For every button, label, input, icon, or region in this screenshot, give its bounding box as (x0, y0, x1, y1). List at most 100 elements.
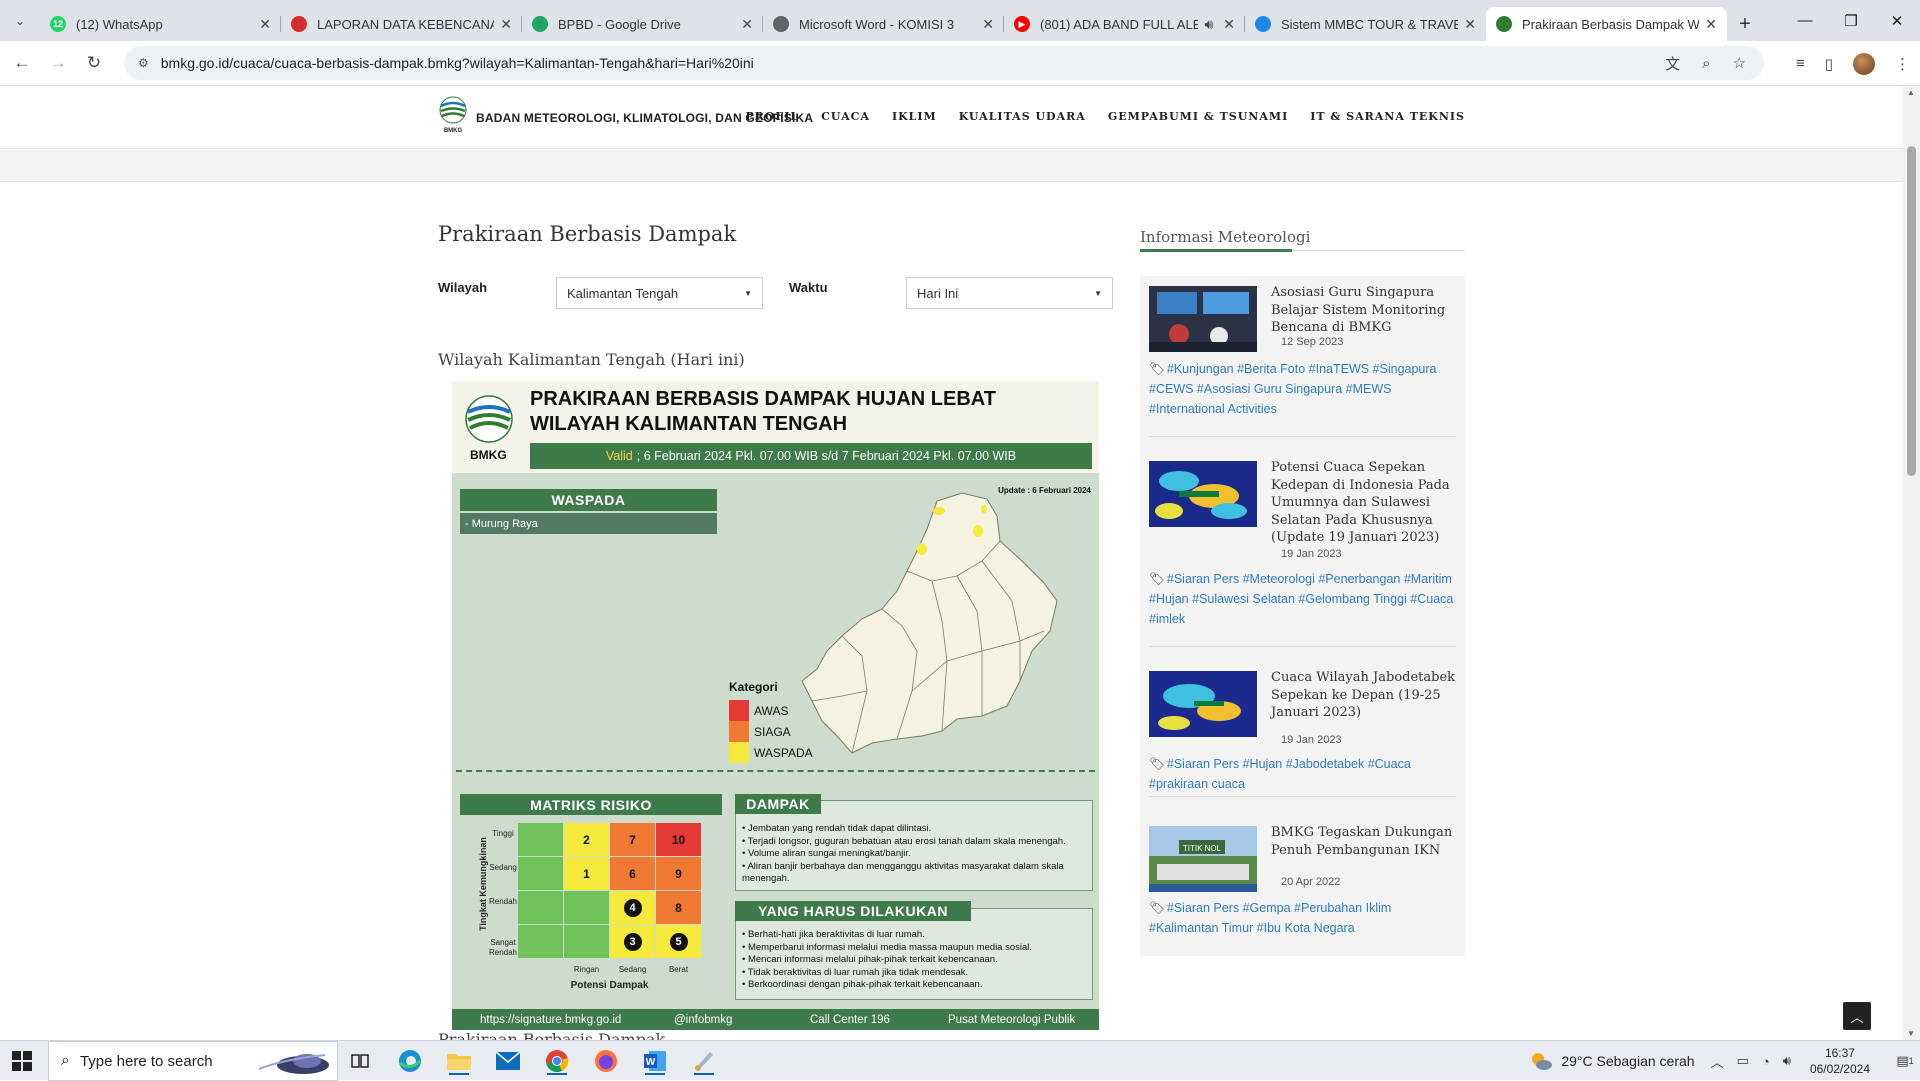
matrix-cell-value: 7 (629, 832, 636, 847)
bookmark-star-icon[interactable]: ☆ (1733, 54, 1746, 72)
new-tab-button[interactable]: + (1727, 7, 1763, 41)
scroll-to-top-button[interactable]: ︿ (1843, 1002, 1871, 1030)
scroll-up-icon[interactable]: ▲ (1907, 88, 1915, 97)
firefox-icon[interactable] (592, 1047, 620, 1075)
task-view-icon[interactable] (346, 1047, 374, 1075)
article-date: 19 Jan 2023 (1281, 734, 1342, 746)
article-title[interactable]: Asosiasi Guru Singapura Belajar Sistem M… (1271, 284, 1456, 337)
harus-item: • Berhati-hati jika beraktivitas di luar… (742, 929, 925, 940)
matrix-cell: 5 (656, 925, 701, 958)
reload-icon[interactable]: ↻ (76, 53, 112, 73)
tag-icon: 🏷︎ (1149, 757, 1165, 771)
back-icon[interactable]: ← (4, 53, 40, 73)
close-tab-icon[interactable]: ✕ (500, 16, 512, 33)
article-thumbnail[interactable] (1149, 671, 1257, 737)
nav-item[interactable]: IKLIM (892, 110, 937, 123)
browser-tab[interactable]: LAPORAN DATA KEBENCANAAN ✕ (281, 7, 522, 41)
kategori-swatch (729, 700, 749, 721)
audio-playing-icon[interactable]: 🔊︎ (1204, 16, 1213, 33)
nav-item[interactable]: CUACA (821, 110, 870, 123)
close-tab-icon[interactable]: ✕ (1705, 16, 1717, 33)
article-title[interactable]: Cuaca Wilayah Jabodetabek Sepekan ke Dep… (1271, 669, 1456, 722)
page-scrollbar[interactable]: ▲ ▼ (1903, 86, 1920, 1040)
close-tab-icon[interactable]: ✕ (1223, 16, 1235, 33)
forward-icon[interactable]: → (40, 53, 76, 73)
scroll-down-icon[interactable]: ▼ (1907, 1029, 1915, 1038)
word-icon[interactable]: W (641, 1047, 669, 1075)
media-control-icon[interactable]: ≡ (1796, 55, 1805, 72)
dampak-item: • Aliran banjir berbahaya dan mengganggu… (742, 860, 1064, 885)
clock[interactable]: 16:37 06/02/2024 (1810, 1045, 1870, 1077)
address-bar[interactable]: ⚙ bmkg.go.id/cuaca/cuaca-berbasis-dampak… (124, 46, 1764, 80)
browser-tab[interactable]: Prakiraan Berbasis Dampak Wi ✕ (1486, 7, 1727, 41)
edge-icon[interactable] (396, 1047, 424, 1075)
browser-tab[interactable]: Sistem MMBC TOUR & TRAVEL ✕ (1245, 7, 1486, 41)
search-placeholder: Type here to search (79, 1052, 213, 1070)
browser-tab[interactable]: 12 (12) WhatsApp ✕ (40, 7, 281, 41)
article-tag-text[interactable]: #Siaran Pers #Hujan #Jabodetabek #Cuaca … (1149, 757, 1411, 791)
article-tags[interactable]: 🏷︎ #Kunjungan #Berita Foto #InaTEWS #Sing… (1149, 359, 1456, 419)
system-tray: 29°C Sebagian cerah ︿ ▭ ◔ 🔊︎ 16:37 06/02… (1529, 1041, 1920, 1081)
article-tags[interactable]: 🏷︎ #Siaran Pers #Meteorologi #Penerbangan… (1149, 569, 1456, 629)
site-header: BMKG BADAN METEOROLOGI, KLIMATOLOGI, DAN… (0, 86, 1903, 149)
chrome-icon[interactable] (543, 1047, 571, 1075)
wilayah-select[interactable]: Kalimantan Tengah ▼ (556, 277, 763, 309)
footer-item: @infobmkg (674, 1013, 733, 1026)
taskbar-search-box[interactable]: ⌕ Type here to search (48, 1041, 338, 1081)
article-tag-text[interactable]: #Siaran Pers #Meteorologi #Penerbangan #… (1149, 572, 1453, 626)
close-tab-icon[interactable]: ✕ (1464, 16, 1476, 33)
close-tab-icon[interactable]: ✕ (259, 16, 271, 33)
impact-forecast-infographic[interactable]: BMKG PRAKIRAAN BERBASIS DAMPAK HUJAN LEB… (452, 381, 1099, 1030)
nav-item[interactable]: GEMPABUMI & TSUNAMI (1108, 110, 1288, 123)
scrollbar-thumb[interactable] (1907, 146, 1916, 476)
nav-item[interactable]: PROFIL (745, 110, 799, 123)
nav-item[interactable]: KUALITAS UDARA (959, 110, 1086, 123)
close-window-icon[interactable]: ✕ (1874, 0, 1920, 41)
wifi-icon[interactable]: ◔ (1762, 1054, 1770, 1069)
volume-icon[interactable]: 🔊︎ (1783, 1053, 1791, 1069)
tab-search-icon[interactable]: ⌄ (0, 0, 40, 41)
harus-item: • Tidak beraktivitas di luar rumah jika … (742, 966, 969, 978)
article-tag-text[interactable]: #Siaran Pers #Gempa #Perubahan Iklim #Ka… (1149, 901, 1391, 935)
notification-icon[interactable]: ▤ 1 (1890, 1041, 1920, 1081)
side-panel-icon[interactable]: ▯ (1825, 55, 1833, 73)
site-info-icon[interactable]: ⚙ (138, 56, 149, 70)
article-title[interactable]: BMKG Tegaskan Dukungan Penuh Pembangunan… (1271, 824, 1456, 859)
matrix-cell: 1 (564, 857, 609, 890)
bmkg-logo-icon[interactable]: BMKG (438, 96, 468, 134)
mail-icon[interactable] (494, 1047, 522, 1075)
browser-tab[interactable]: Microsoft Word - KOMISI 3 ✕ (763, 7, 1004, 41)
zoom-icon[interactable]: ⌕ (1702, 55, 1710, 72)
browser-tab[interactable]: ▶ (801) ADA BAND FULL ALBUM 🔊︎ ✕ (1004, 7, 1245, 41)
article-tags[interactable]: 🏷︎ #Siaran Pers #Hujan #Jabodetabek #Cuac… (1149, 754, 1456, 794)
article-tags[interactable]: 🏷︎ #Siaran Pers #Gempa #Perubahan Iklim #… (1149, 898, 1456, 938)
wilayah-label: Wilayah (438, 280, 488, 295)
chevron-up-icon[interactable]: ︿ (1711, 1052, 1724, 1071)
translate-icon[interactable]: 文 (1665, 53, 1680, 74)
weather-widget[interactable]: 29°C Sebagian cerah (1529, 1051, 1695, 1071)
windows-start-icon[interactable] (12, 1051, 32, 1071)
url-text[interactable]: bmkg.go.id/cuaca/cuaca-berbasis-dampak.b… (161, 55, 754, 71)
menu-dots-icon[interactable]: ⋮ (1895, 55, 1910, 73)
minimize-icon[interactable]: — (1782, 0, 1828, 41)
article-title[interactable]: Potensi Cuaca Sepekan Kedepan di Indones… (1271, 459, 1456, 547)
article-thumbnail[interactable] (1149, 286, 1257, 352)
paint-icon[interactable] (690, 1047, 718, 1075)
close-tab-icon[interactable]: ✕ (741, 16, 753, 33)
footer-item: Pusat Meteorologi Publik (948, 1013, 1076, 1026)
article-thumbnail[interactable]: TITIK NOL (1149, 826, 1257, 892)
nav-item[interactable]: IT & SARANA TEKNIS (1310, 110, 1465, 123)
close-tab-icon[interactable]: ✕ (982, 16, 994, 33)
browser-tab[interactable]: BPBD - Google Drive ✕ (522, 7, 763, 41)
svg-text:BMKG: BMKG (444, 128, 463, 134)
profile-avatar[interactable] (1853, 52, 1875, 75)
file-explorer-icon[interactable] (445, 1047, 473, 1075)
infographic-logo-text: BMKG (470, 448, 507, 462)
article-thumbnail[interactable] (1149, 461, 1257, 527)
restore-icon[interactable]: ❐ (1828, 0, 1874, 41)
kategori-label: WASPADA (754, 745, 813, 760)
article-tag-text[interactable]: #Kunjungan #Berita Foto #InaTEWS #Singap… (1149, 362, 1437, 416)
waktu-select[interactable]: Hari Ini ▼ (906, 277, 1113, 309)
usb-device-icon[interactable]: ▭ (1737, 1053, 1749, 1069)
matrix-cell-value: 9 (675, 866, 682, 881)
